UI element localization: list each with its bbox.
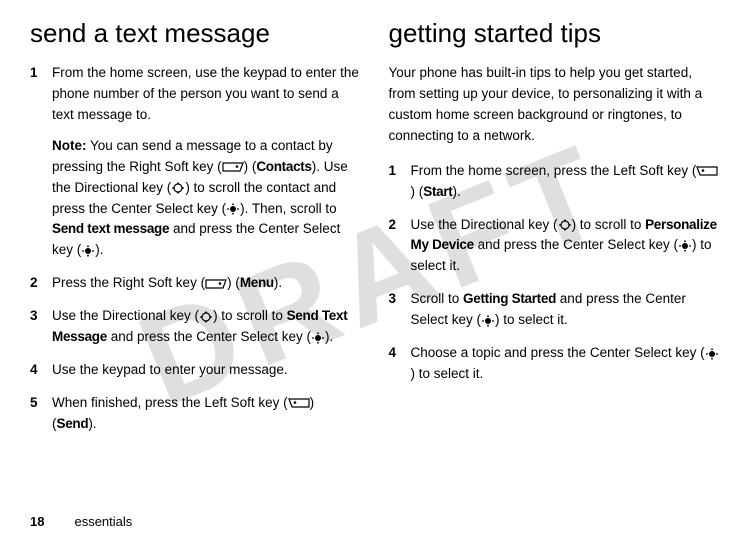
- note-text: ). Then, scroll to: [240, 201, 337, 216]
- step-text: ) to scroll to: [572, 217, 646, 232]
- step-text: Use the Directional key (: [411, 217, 558, 232]
- note-text: ) (: [244, 159, 257, 174]
- left-heading: send a text message: [30, 18, 361, 49]
- step-text: Press the Right Soft key (: [52, 275, 205, 290]
- step-text: ).: [274, 275, 282, 290]
- step-text: Choose a topic and press the Center Sele…: [411, 345, 705, 360]
- step-text: Use the Directional key (: [52, 308, 199, 323]
- center-select-key-icon: [705, 348, 719, 360]
- step-body: When finished, press the Left Soft key (…: [52, 393, 361, 435]
- step-number: 4: [389, 343, 411, 385]
- right-heading: getting started tips: [389, 18, 720, 49]
- center-select-key-icon: [678, 240, 692, 252]
- menu-label: Menu: [240, 275, 274, 290]
- step-text: ).: [453, 184, 461, 199]
- step-body: From the home screen, use the keypad to …: [52, 63, 361, 261]
- left-step-2: 2 Press the Right Soft key ( ) (Menu).: [30, 273, 361, 294]
- step-body: Use the Directional key () to scroll to …: [52, 306, 361, 348]
- step-number: 3: [30, 306, 52, 348]
- right-step-4: 4 Choose a topic and press the Center Se…: [389, 343, 720, 385]
- step-text: When finished, press the Left Soft key (: [52, 395, 288, 410]
- step-body: Press the Right Soft key ( ) (Menu).: [52, 273, 361, 294]
- step-text: ) to select it.: [495, 312, 568, 327]
- directional-key-icon: [558, 219, 572, 231]
- step-text: and press the Center Select key (: [107, 329, 311, 344]
- step-text: ) (: [227, 275, 240, 290]
- step-text: ).: [325, 329, 333, 344]
- left-step-4: 4 Use the keypad to enter your message.: [30, 360, 361, 381]
- step-body: Use the Directional key () to scroll to …: [411, 215, 720, 278]
- right-intro: Your phone has built-in tips to help you…: [389, 63, 720, 147]
- right-step-1: 1 From the home screen, press the Left S…: [389, 161, 720, 203]
- step-number: 4: [30, 360, 52, 381]
- step-number: 3: [389, 289, 411, 331]
- step-number: 5: [30, 393, 52, 435]
- left-step-5: 5 When finished, press the Left Soft key…: [30, 393, 361, 435]
- step-body: Choose a topic and press the Center Sele…: [411, 343, 720, 385]
- right-soft-key-icon: [205, 279, 227, 289]
- step-body: Scroll to Getting Started and press the …: [411, 289, 720, 331]
- step-body: From the home screen, press the Left Sof…: [411, 161, 720, 203]
- content-columns: send a text message 1 From the home scre…: [30, 18, 719, 447]
- left-column: send a text message 1 From the home scre…: [30, 18, 361, 447]
- step-text: From the home screen, use the keypad to …: [52, 65, 359, 122]
- directional-key-icon: [199, 311, 213, 323]
- center-select-key-icon: [481, 315, 495, 327]
- left-soft-key-icon: [696, 166, 718, 176]
- center-select-key-icon: [226, 203, 240, 215]
- left-soft-key-icon: [288, 398, 310, 408]
- left-step-1: 1 From the home screen, use the keypad t…: [30, 63, 361, 261]
- center-select-key-icon: [81, 245, 95, 257]
- step-text: Scroll to: [411, 291, 464, 306]
- right-soft-key-icon: [222, 162, 244, 172]
- step-number: 1: [389, 161, 411, 203]
- step-number: 2: [389, 215, 411, 278]
- step-text: and press the Center Select key (: [474, 237, 678, 252]
- right-step-2: 2 Use the Directional key ( ) to scroll t…: [389, 215, 720, 278]
- step-text: ) to scroll to: [213, 308, 287, 323]
- start-label: Start: [423, 184, 452, 199]
- getting-started-label: Getting Started: [463, 291, 556, 306]
- step-number: 2: [30, 273, 52, 294]
- step-text: Use the keypad to enter your message.: [52, 362, 288, 377]
- step-body: Use the keypad to enter your message.: [52, 360, 361, 381]
- step-text: ) (: [411, 184, 424, 199]
- contacts-label: Contacts: [256, 159, 311, 174]
- section-label: essentials: [74, 514, 132, 529]
- step-text: From the home screen, press the Left Sof…: [411, 163, 697, 178]
- page-number: 18: [30, 514, 44, 529]
- left-step-3: 3 Use the Directional key ( ) to scroll t…: [30, 306, 361, 348]
- step-text: ) to select it.: [411, 366, 484, 381]
- directional-key-icon: [171, 182, 185, 194]
- note-label: Note:: [52, 138, 87, 153]
- right-step-3: 3 Scroll to Getting Started and press th…: [389, 289, 720, 331]
- note-block: Note: You can send a message to a contac…: [52, 136, 361, 262]
- right-column: getting started tips Your phone has buil…: [389, 18, 720, 447]
- send-label: Send: [57, 416, 89, 431]
- page-footer: 18 essentials: [30, 514, 132, 529]
- step-text: ).: [88, 416, 96, 431]
- note-text: ).: [95, 242, 103, 257]
- send-text-message-label: Send text message: [52, 221, 169, 236]
- step-number: 1: [30, 63, 52, 261]
- center-select-key-icon: [311, 332, 325, 344]
